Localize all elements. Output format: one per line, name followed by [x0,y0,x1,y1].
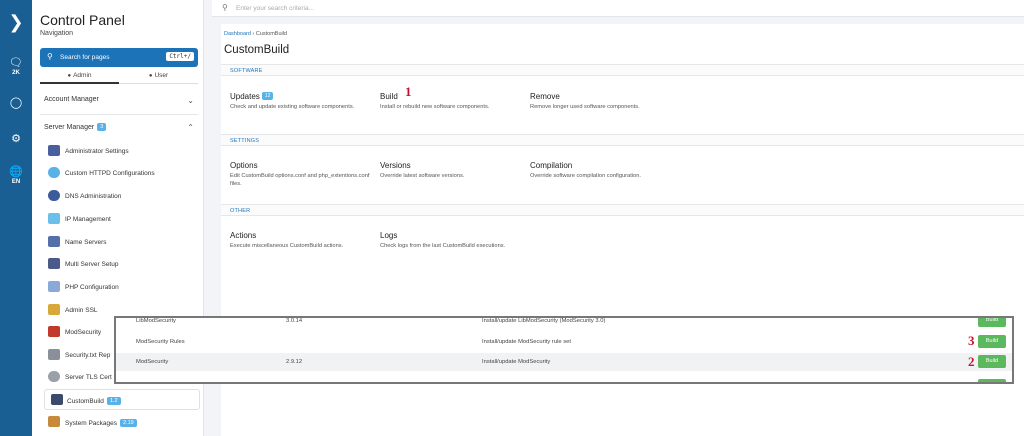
sidebar-item-ip-management[interactable]: IP Management [48,213,198,227]
shield-icon [48,167,60,178]
page-title: CustomBuild [224,44,290,56]
snowflake-icon [48,213,60,224]
level-tabs: ● Admin ● User [40,70,198,84]
sidebar-item-system-packages[interactable]: System Packages 2.19 [48,416,198,430]
card-logs[interactable]: Logs Check logs from the last CustomBuil… [380,231,520,251]
divider [40,114,198,115]
certificate-icon [48,371,60,382]
section-other: OTHER [221,204,1024,216]
modsecurity-icon [48,326,60,337]
card-actions[interactable]: Actions Execute miscellaneous CustomBuil… [230,231,370,251]
updates-count-badge: 12 [261,92,274,100]
dns-icon [48,190,60,201]
card-compilation[interactable]: Compilation Override software compilatio… [530,161,670,181]
gear-icon[interactable]: ⚙ [0,132,32,145]
card-updates[interactable]: Updates 12 Check and update existing soft… [230,92,370,112]
breadcrumb-dashboard[interactable]: Dashboard [224,31,251,37]
custombuild-badge: 1.2 [106,397,121,405]
lock-icon [48,304,60,315]
build-libmodsecurity-button[interactable]: Build [978,318,1006,327]
step-marker-3: 3 [968,333,975,348]
tab-user[interactable]: ● User [119,72,198,79]
sidebar-item-php-configuration[interactable]: PHP Configuration [48,281,198,295]
card-build[interactable]: Build Install or rebuild new software co… [380,92,520,112]
sidebar-item-multi-server-setup[interactable]: Multi Server Setup [48,258,198,272]
section-settings: SETTINGS [221,134,1024,146]
top-search-input[interactable]: Enter your search criteria... [236,5,314,12]
globe-icon[interactable]: 🌐 EN [0,165,32,185]
multi-server-icon [48,258,60,269]
card-versions[interactable]: Versions Override latest software versio… [380,161,520,181]
server-manager-badge: 3 [97,123,107,131]
step-marker-2: 2 [968,354,975,369]
sidebar-item-custombuild[interactable]: CustomBuild 1.2 [44,389,200,410]
sidebar-subtitle: Navigation [40,30,74,37]
server-icon [48,236,60,247]
chevron-up-icon: ⌃ [187,123,194,132]
search-shortcut: Ctrl+/ [166,52,194,61]
user-circle-icon[interactable]: ◯ [0,96,32,109]
sidebar-item-name-servers[interactable]: Name Servers [48,236,198,250]
document-icon [48,349,60,360]
messages-icon[interactable]: 🗨 2K [0,56,32,76]
build-next-row-button[interactable] [978,379,1006,382]
sidebar-item-dns-administration[interactable]: DNS Administration [48,190,198,204]
breadcrumb: Dashboard › CustomBuild [224,31,288,37]
card-options[interactable]: Options Edit CustomBuild options.conf an… [230,161,370,188]
sidebar-title: Control Panel [40,12,125,28]
breadcrumb-current: CustomBuild [255,31,288,37]
section-software: SOFTWARE [221,64,1024,76]
step-marker-1: 1 [405,84,412,99]
table-row: LibModSecurity 3.0.14 Install/update Lib… [116,318,1012,330]
table-row: ModSecurity 2.9.12 Install/update ModSec… [116,353,1012,371]
php-icon [48,281,60,292]
user-icon: ● [67,73,72,79]
monitor-icon [51,394,63,405]
build-modsecurity-rules-button[interactable]: Build [978,335,1006,348]
sidebar-item-administrator-settings[interactable]: Administrator Settings [48,145,198,159]
search-pages-label: Search for pages [60,54,110,61]
search-pages-button[interactable]: ⚲ Search for pages Ctrl+/ [40,48,198,67]
logo-icon[interactable]: ❯ [6,12,26,32]
top-search-bar[interactable]: ⚲ Enter your search criteria... [212,0,1024,17]
package-table-overlay: LibModSecurity 3.0.14 Install/update Lib… [114,316,1014,384]
tab-admin[interactable]: ● Admin [40,72,119,84]
sidebar-item-custom-httpd[interactable]: Custom HTTPD Configurations [48,167,198,181]
table-row-partial [116,373,1012,382]
chevron-down-icon: ⌄ [187,96,194,105]
user-icon: ● [148,73,153,79]
app-rail: ❯ 🗨 2K ◯ ⚙ 🌐 EN [0,0,32,436]
card-remove[interactable]: Remove Remove longer used software compo… [530,92,670,112]
table-row: ModSecurity Rules Install/update ModSecu… [116,333,1012,351]
admin-settings-icon [48,145,60,156]
package-icon [48,416,60,427]
search-icon: ⚲ [222,3,228,12]
system-packages-badge: 2.19 [120,419,137,427]
search-icon: ⚲ [47,52,53,61]
build-modsecurity-button[interactable]: Build [978,355,1006,368]
